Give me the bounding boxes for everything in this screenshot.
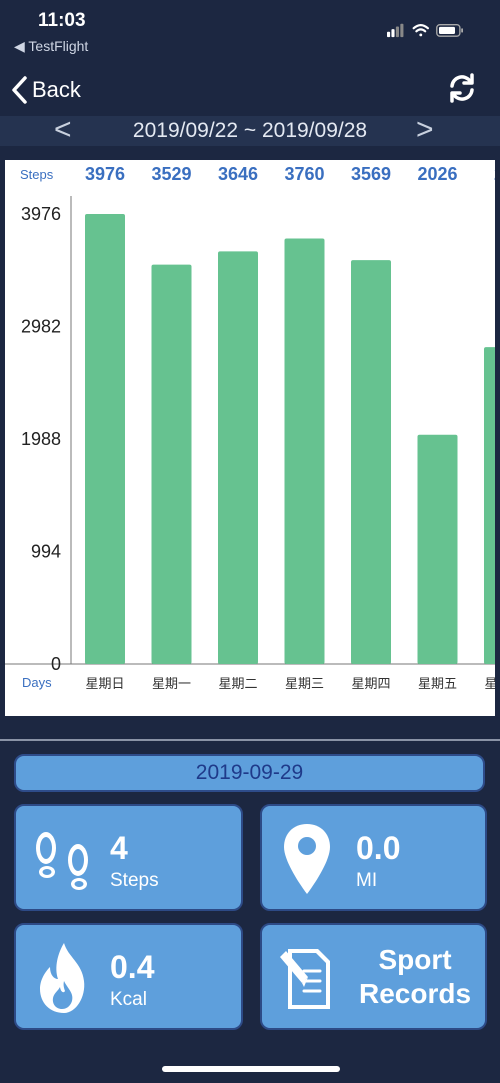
bar-星期一 [151,264,192,664]
previous-week-button[interactable]: < [54,115,72,145]
footprints-icon [36,832,88,890]
x-tick-label: 星期六 [484,677,495,692]
calories-unit: Kcal [110,989,147,1010]
wifi-icon [412,24,429,37]
return-to-testflight[interactable]: ◀ TestFlight [14,38,88,55]
battery-icon [436,24,463,37]
y-tick-label: 0 [51,654,61,674]
calories-card[interactable]: 0.4 Kcal [14,923,243,1030]
bar-星期日 [85,214,125,664]
refresh-icon[interactable] [446,72,478,104]
chart-svg: Steps Days 3976 2982 1988 994 0 3976 星期日 3529 星期一 3… [5,164,495,692]
bar-value-label: 3646 [218,164,258,184]
steps-unit: Steps [110,870,159,891]
x-tick-label: 星期一 [152,677,191,692]
bar-星期二 [218,251,258,664]
steps-bar-chart: Steps Days 3976 2982 1988 994 0 3976 星期日 3529 星期一 3… [5,160,495,716]
distance-unit: MI [356,870,378,891]
steps-value: 4 [110,830,128,866]
bar-星期五 [417,434,458,664]
x-tick-label: 星期五 [418,677,457,692]
bar-value-label: 3760 [284,164,324,184]
flame-icon [40,943,85,1013]
sport-records-line1: Sport [378,944,452,975]
x-axis-header: Days [22,675,52,690]
week-selector: 2019/09/22 ~ 2019/09/28 < > [0,115,500,146]
y-axis-header: Steps [20,167,54,182]
x-tick-label: 星期二 [218,677,257,692]
x-tick-label: 星期三 [285,677,324,692]
y-tick-label: 1988 [21,429,61,449]
distance-value: 0.0 [356,830,401,866]
bar-星期三 [284,238,325,664]
bar-星期四 [351,260,391,664]
cellular-signal-icon [387,23,404,38]
sport-records-label: Sport Records [346,943,484,1011]
location-pin-icon [284,824,330,894]
x-tick-label: 星期日 [85,677,124,692]
bar-星期六 [484,347,495,664]
back-button[interactable]: Back [10,70,81,110]
navigation-bar: Back [0,62,500,116]
y-tick-label: 994 [31,542,61,562]
section-divider [0,739,500,741]
records-document-icon [280,949,330,1009]
y-tick-label: 3976 [21,204,61,224]
selected-date-button[interactable]: 2019-09-29 [14,754,485,792]
next-week-button[interactable]: > [416,115,434,145]
status-bar: 11:03 ◀ TestFlight [0,0,500,60]
sport-records-button[interactable]: Sport Records [260,923,487,1030]
bar-value-label: 3529 [151,164,191,184]
bar-value-label: 3569 [351,164,391,184]
calories-value: 0.4 [110,949,155,985]
distance-card[interactable]: 0.0 MI [260,804,487,911]
y-tick-label: 2982 [21,317,61,337]
bar-value-label: 3976 [85,164,125,184]
bar-value-label: 28 [494,164,495,184]
sport-records-line2: Records [358,978,472,1009]
chevron-left-icon [12,76,27,104]
back-label: Back [32,77,81,102]
bar-value-label: 2026 [417,164,457,184]
status-icons [387,23,463,38]
steps-card[interactable]: 4 Steps [14,804,243,911]
status-time: 11:03 [38,10,86,31]
home-indicator[interactable] [162,1066,340,1072]
x-tick-label: 星期四 [351,677,390,692]
